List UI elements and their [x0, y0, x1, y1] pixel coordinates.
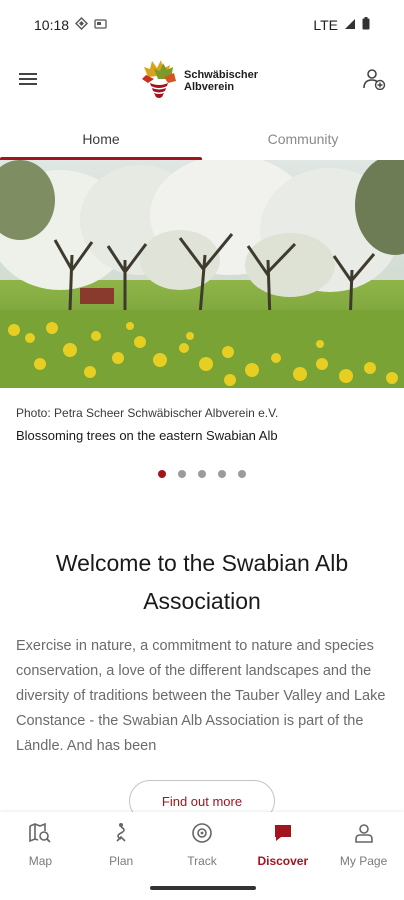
- person-icon: [351, 820, 377, 846]
- chat-bubble-icon: [270, 820, 296, 846]
- photo-caption: Blossoming trees on the eastern Swabian …: [16, 428, 278, 443]
- intro-text: Exercise in nature, a commitment to natu…: [16, 638, 386, 754]
- tab-home-label: Home: [82, 131, 120, 147]
- carousel-dot-2[interactable]: [178, 470, 186, 478]
- notification-diamond-icon: [75, 17, 89, 33]
- nav-plan-label: Plan: [109, 854, 134, 868]
- menu-icon: [18, 71, 38, 92]
- carousel-dot-5[interactable]: [238, 470, 246, 478]
- target-icon: [189, 820, 215, 846]
- carousel-dot-4[interactable]: [218, 470, 226, 478]
- brand-logo: Schwäbischer Albverein: [140, 57, 264, 106]
- blossoming-orchard-image: [0, 160, 404, 388]
- logo-text: Schwäbischer Albverein: [184, 69, 258, 93]
- top-tabs: Home Community: [0, 118, 404, 160]
- map-search-icon: [27, 820, 53, 846]
- nav-map[interactable]: Map: [0, 820, 81, 900]
- status-right: LTE: [313, 17, 370, 33]
- carousel-dot-1[interactable]: [158, 470, 166, 478]
- leaf-logo-icon: [140, 57, 178, 106]
- status-left: 10:18: [34, 17, 107, 33]
- welcome-title: Welcome to the Swabian Alb Association: [55, 550, 349, 614]
- nav-my-page-label: My Page: [339, 854, 388, 868]
- hero-photo[interactable]: [0, 160, 404, 388]
- nav-discover-label: Discover: [257, 854, 309, 868]
- add-person-icon: [362, 68, 386, 95]
- status-bar: 10:18 LTE: [0, 0, 404, 50]
- tab-home[interactable]: Home: [0, 118, 202, 160]
- notification-card-icon: [94, 17, 107, 33]
- tab-community-label: Community: [267, 131, 339, 147]
- menu-button[interactable]: [16, 69, 40, 93]
- nav-map-label: Map: [28, 854, 53, 868]
- nav-my-page[interactable]: My Page: [323, 820, 404, 900]
- carousel-dot-3[interactable]: [198, 470, 206, 478]
- status-time: 10:18: [34, 17, 70, 33]
- network-type: LTE: [313, 17, 338, 33]
- signal-icon: [344, 17, 356, 33]
- home-indicator[interactable]: [150, 886, 256, 890]
- photo-credit: Photo: Petra Scheer Schwäbischer Albvere…: [16, 406, 279, 420]
- carousel-dots: [0, 470, 404, 478]
- nav-track-label: Track: [187, 854, 217, 868]
- add-account-button[interactable]: [360, 67, 388, 95]
- app-header: Schwäbischer Albverein: [0, 52, 404, 110]
- tab-community[interactable]: Community: [202, 118, 404, 160]
- battery-icon: [362, 17, 370, 33]
- find-out-more-label: Find out more: [161, 793, 243, 809]
- route-icon: [108, 820, 134, 846]
